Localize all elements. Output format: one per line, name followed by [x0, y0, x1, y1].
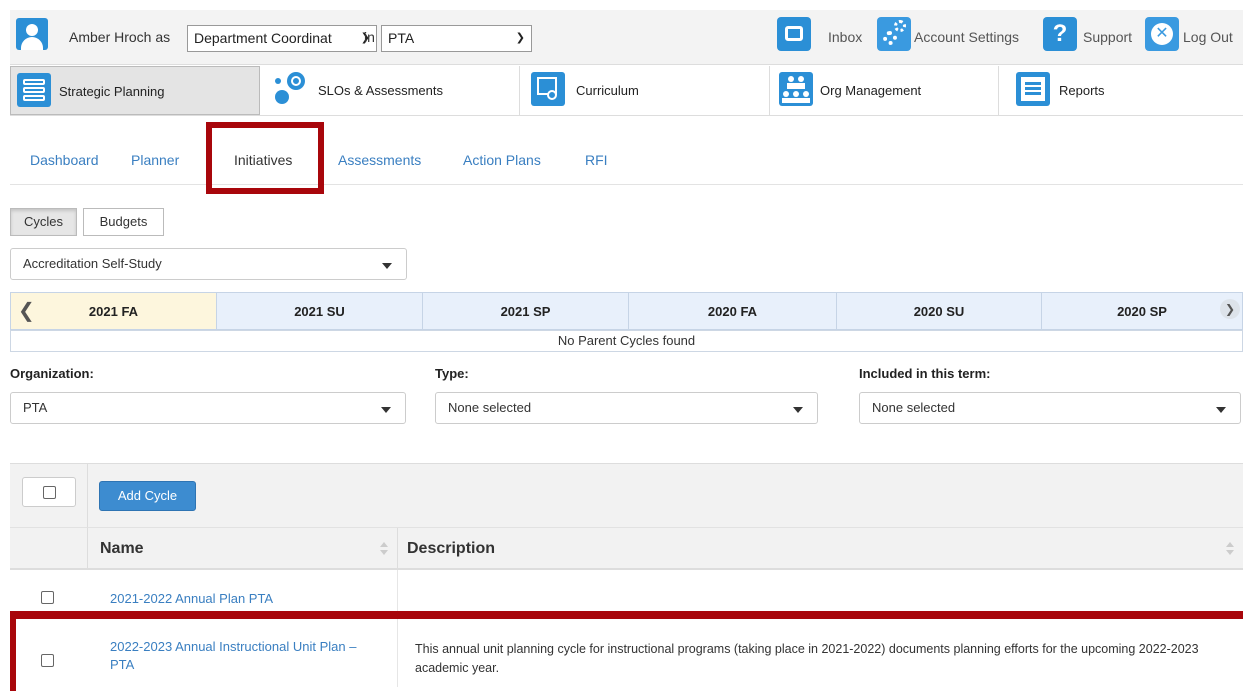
inbox-icon[interactable] — [777, 17, 811, 51]
user-name: Amber Hroch as — [69, 29, 171, 45]
chevron-right-icon[interactable]: ❯ — [1220, 299, 1240, 319]
cycle-item[interactable]: 2021 FA — [10, 292, 217, 330]
column-header-name[interactable]: Name — [88, 528, 398, 570]
caret-down-icon — [793, 407, 803, 413]
user-bar: Amber Hroch as Department Coordinat ❯ in … — [10, 10, 1243, 65]
module-label: Strategic Planning — [59, 84, 165, 99]
no-parent-message: No Parent Cycles found — [10, 330, 1243, 352]
chevron-left-icon[interactable]: ❮ — [18, 292, 35, 330]
unit-select[interactable]: PTA ❯ — [381, 25, 532, 52]
add-cycle-button[interactable]: Add Cycle — [99, 481, 196, 511]
module-slos-assessments[interactable]: SLOs & Assessments — [261, 66, 520, 115]
included-label: Included in this term: — [859, 366, 991, 381]
tab-rfi[interactable]: RFI — [585, 135, 608, 185]
module-curriculum[interactable]: Curriculum — [521, 66, 770, 115]
type-value: None selected — [448, 400, 532, 415]
caret-down-icon — [382, 263, 392, 269]
module-label: Org Management — [820, 83, 922, 98]
tab-assessments[interactable]: Assessments — [338, 135, 421, 185]
cycle-carousel: 2021 FA 2021 SU 2021 SP 2020 FA 2020 SU … — [10, 292, 1243, 330]
type-dropdown[interactable]: None selected — [435, 392, 818, 424]
table-row-checkbox-cell — [10, 570, 88, 616]
strategic-planning-icon — [17, 73, 51, 107]
sub-nav: Dashboard Planner Initiatives Assessment… — [10, 135, 1243, 185]
module-org-management[interactable]: Org Management — [771, 66, 999, 115]
tab-dashboard[interactable]: Dashboard — [30, 135, 99, 185]
tab-action-plans[interactable]: Action Plans — [463, 135, 541, 185]
caret-down-icon — [381, 407, 391, 413]
inbox-link[interactable]: Inbox — [828, 10, 862, 65]
in-label: in — [364, 29, 375, 45]
type-label: Type: — [435, 366, 469, 381]
caret-down-icon — [1216, 407, 1226, 413]
column-header-description[interactable]: Description — [398, 528, 1243, 570]
cycle-name-link[interactable]: 2021-2022 Annual Plan PTA — [110, 590, 273, 608]
cycle-type-dropdown[interactable]: Accreditation Self-Study — [10, 248, 407, 280]
budgets-toggle-button[interactable]: Budgets — [83, 208, 164, 236]
cycle-item[interactable]: 2020 SU — [837, 292, 1042, 330]
column-header-label: Description — [407, 540, 496, 557]
reports-icon — [1016, 72, 1050, 106]
table-toolbar: Add Cycle — [88, 463, 1243, 528]
tab-planner[interactable]: Planner — [131, 135, 179, 185]
sort-icon[interactable] — [380, 542, 388, 556]
role-select[interactable]: Department Coordinat ❯ — [187, 25, 377, 52]
highlight-box-row — [10, 611, 1243, 691]
cycles-toggle-button[interactable]: Cycles — [10, 208, 77, 236]
header-checkbox-col — [10, 528, 88, 570]
row-checkbox[interactable] — [41, 591, 54, 604]
sort-icon[interactable] — [1226, 542, 1234, 556]
cycle-item[interactable]: 2021 SP — [423, 292, 629, 330]
table-row-description — [398, 570, 1243, 616]
curriculum-icon — [531, 72, 565, 106]
org-people-icon — [779, 72, 813, 106]
chevron-down-icon: ❯ — [515, 32, 525, 44]
included-dropdown[interactable]: None selected — [859, 392, 1241, 424]
module-label: Curriculum — [576, 83, 639, 98]
cycle-type-value: Accreditation Self-Study — [23, 256, 162, 271]
table-row-name: 2021-2022 Annual Plan PTA — [88, 570, 398, 616]
logout-link[interactable]: Log Out — [1183, 10, 1233, 65]
question-icon[interactable]: ? — [1043, 17, 1077, 51]
close-x-icon[interactable]: ✕ — [1145, 17, 1179, 51]
included-value: None selected — [872, 400, 956, 415]
gear-icon[interactable] — [877, 17, 911, 51]
cycle-item[interactable]: 2020 FA — [629, 292, 837, 330]
column-header-label: Name — [100, 540, 144, 557]
module-nav: Strategic Planning SLOs & Assessments Cu… — [10, 66, 1243, 116]
highlight-top-border — [10, 611, 1243, 619]
highlight-box-initiatives — [206, 122, 324, 194]
slo-target-icon — [273, 72, 307, 106]
module-label: SLOs & Assessments — [318, 83, 443, 98]
select-all-button[interactable] — [22, 477, 76, 507]
cycle-item[interactable]: 2020 SP — [1042, 292, 1243, 330]
support-link[interactable]: Support — [1083, 10, 1132, 65]
module-reports[interactable]: Reports — [1000, 66, 1243, 115]
organization-label: Organization: — [10, 366, 94, 381]
account-settings-link[interactable]: Account Settings — [914, 10, 1019, 65]
organization-dropdown[interactable]: PTA — [10, 392, 406, 424]
organization-value: PTA — [23, 400, 48, 415]
select-all-checkbox[interactable] — [43, 486, 56, 499]
module-strategic-planning[interactable]: Strategic Planning — [10, 66, 260, 115]
module-label: Reports — [1059, 83, 1105, 98]
cycle-item[interactable]: 2021 SU — [217, 292, 423, 330]
select-all-cell — [10, 463, 88, 528]
user-avatar-icon — [16, 18, 48, 50]
